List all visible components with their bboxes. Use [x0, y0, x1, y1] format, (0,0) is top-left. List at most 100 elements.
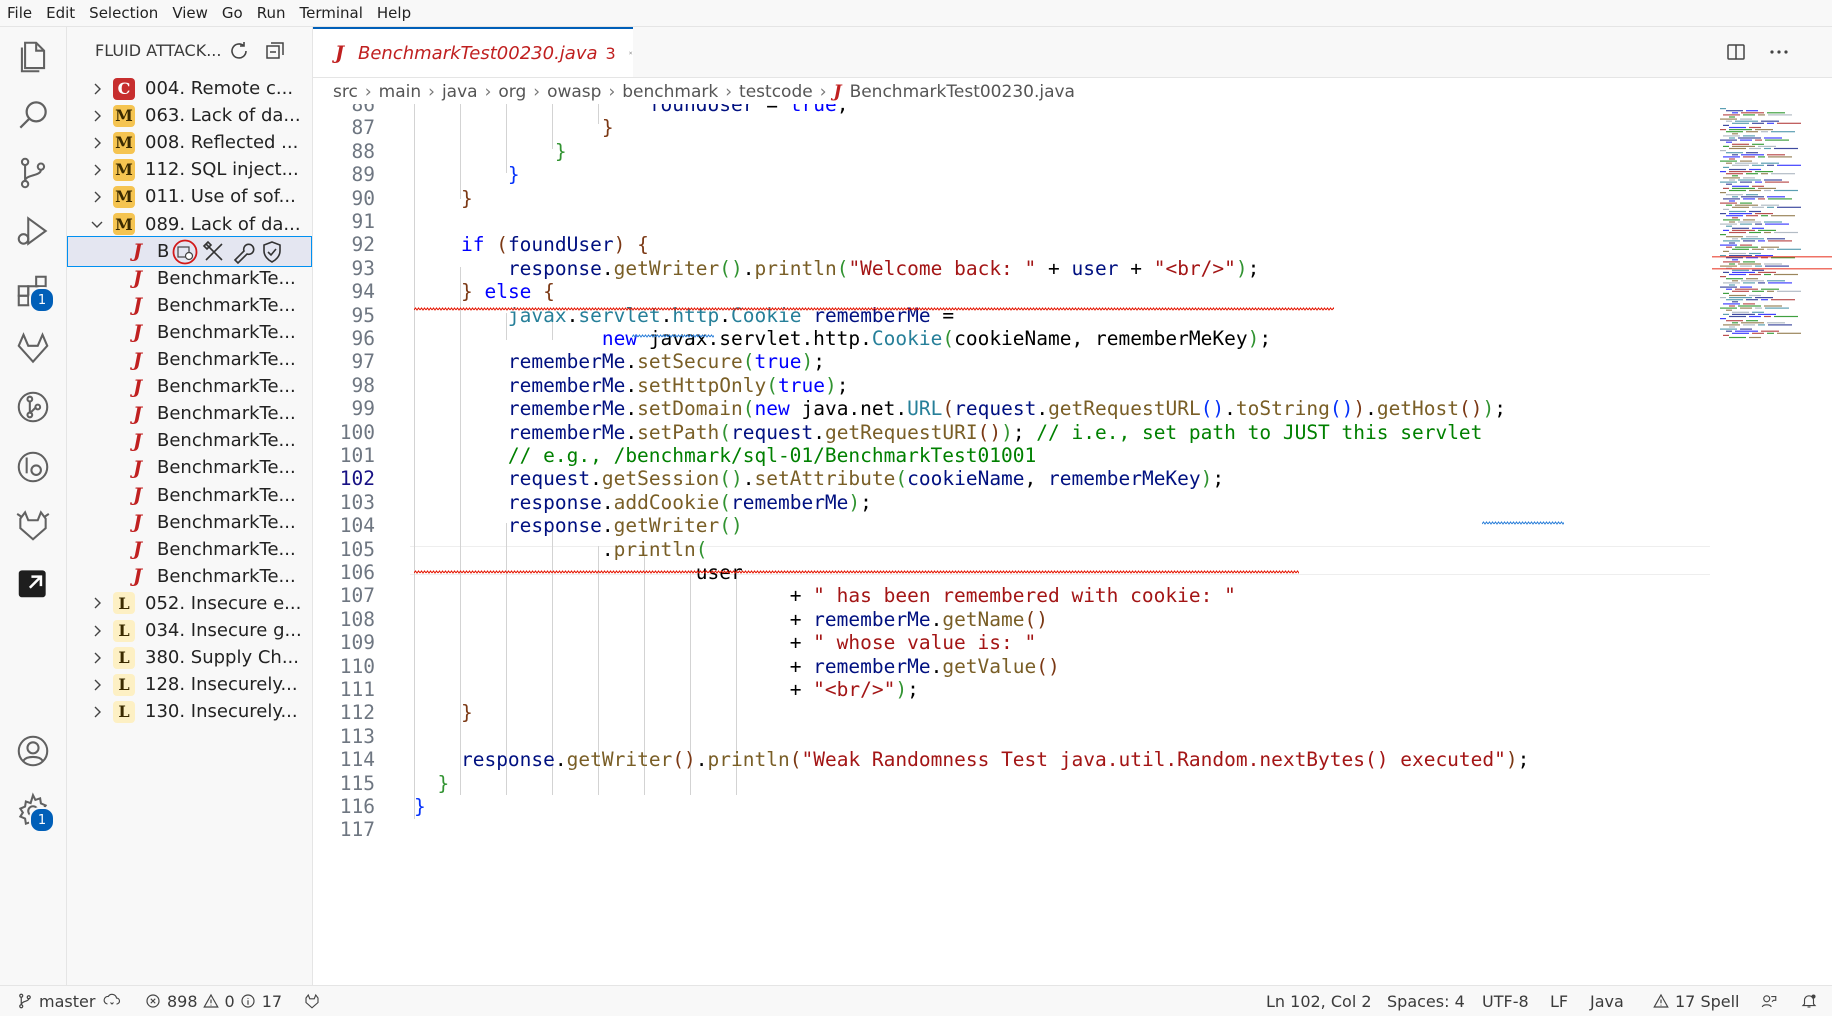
tree-group[interactable]: L 130. Insecurely...	[67, 696, 312, 727]
breadcrumb-item[interactable]: java	[442, 82, 478, 102]
breadcrumb-item[interactable]: benchmark	[622, 82, 718, 102]
encoding[interactable]: UTF-8	[1482, 986, 1529, 1016]
breadcrumb-item[interactable]: BenchmarkTest00230.java	[850, 82, 1075, 102]
breadcrumb: src › main › java › org › owasp › benchmark › testco…	[313, 78, 1832, 106]
line-source: }	[414, 185, 473, 212]
calendar-clock-icon[interactable]	[172, 239, 198, 265]
chevron-right-icon[interactable]	[89, 135, 105, 151]
accounts-icon[interactable]	[9, 727, 57, 775]
wrench-icon[interactable]	[230, 239, 256, 265]
code-token: user	[1071, 256, 1119, 280]
code-token: .	[601, 514, 614, 538]
breadcrumb-item[interactable]: org	[498, 82, 526, 102]
chevron-right-icon[interactable]	[89, 704, 105, 720]
settings-gear-icon[interactable]: 1	[9, 787, 57, 835]
git-graph-icon[interactable]	[9, 383, 57, 431]
code-editor[interactable]: 86 foundUser = true; 87 } 88 } 89 } 90 } 91 92…	[313, 104, 1713, 984]
breadcrumb-item[interactable]: main	[379, 82, 421, 102]
code-token: rememberMe	[731, 490, 849, 514]
chevron-right-icon[interactable]	[89, 81, 105, 97]
line-source: response.getWriter().println("Weak Rando…	[414, 746, 1529, 773]
code-token: response	[507, 256, 602, 280]
extensions-badge: 1	[29, 287, 55, 313]
spell-warning-icon	[1653, 993, 1669, 1008]
language-mode[interactable]: Java	[1590, 986, 1624, 1016]
problems-status[interactable]: 898 0 17	[144, 986, 282, 1016]
gitlab-icon[interactable]	[9, 325, 57, 373]
code-token: cookieName, rememberMeKey	[954, 327, 1248, 350]
code-token: println	[707, 748, 790, 772]
menu-view[interactable]: View	[165, 0, 215, 26]
code-token: println	[613, 537, 696, 561]
menu-terminal[interactable]: Terminal	[293, 0, 370, 26]
chevron-right-icon[interactable]	[89, 650, 105, 666]
fluid-status[interactable]	[303, 986, 326, 1016]
notifications-status[interactable]	[1800, 986, 1823, 1016]
branch-status[interactable]: master	[16, 986, 126, 1016]
code-token: getWriter	[613, 256, 720, 280]
code-token: request	[954, 397, 1037, 421]
run-debug-icon[interactable]	[9, 207, 57, 255]
source-control-icon[interactable]	[9, 149, 57, 197]
code-token: ,	[1024, 467, 1049, 491]
code-token: +	[789, 584, 814, 608]
code-token: .	[590, 467, 602, 491]
code-token: ) {	[613, 233, 649, 257]
code-token: =	[754, 104, 790, 116]
menu-run[interactable]: Run	[250, 0, 293, 26]
indentation[interactable]: Spaces: 4	[1387, 986, 1465, 1016]
tree-group-label: 380. Supply Ch...	[145, 647, 300, 669]
code-token: (	[484, 233, 508, 257]
code-token: .	[930, 654, 943, 678]
code-token: .	[554, 748, 567, 772]
feedback-status[interactable]	[1760, 986, 1783, 1016]
code-token: )	[801, 350, 814, 374]
menu-go[interactable]: Go	[215, 0, 250, 26]
fluid-attacks-icon[interactable]	[9, 501, 57, 549]
breadcrumb-item[interactable]: src	[333, 82, 358, 102]
chevron-right-icon[interactable]	[89, 162, 105, 178]
split-editor-icon[interactable]	[1724, 40, 1748, 64]
menu-edit[interactable]: Edit	[39, 0, 82, 26]
code-token: ;	[860, 490, 872, 514]
search-icon[interactable]	[9, 91, 57, 139]
java-file-icon: J	[133, 429, 142, 452]
code-token: .	[601, 490, 614, 514]
explorer-icon[interactable]	[9, 33, 57, 81]
menu-selection[interactable]: Selection	[82, 0, 165, 26]
chevron-right-icon[interactable]	[89, 677, 105, 693]
chevron-down-icon[interactable]	[89, 216, 105, 232]
spell-status[interactable]: 17 Spell	[1652, 986, 1740, 1016]
chevron-right-icon[interactable]	[89, 623, 105, 639]
editor-tab-active[interactable]: J BenchmarkTest00230.java 3	[313, 27, 633, 77]
tree-file-label: BenchmarkTe...	[157, 565, 296, 587]
chevron-right-icon[interactable]	[89, 595, 105, 611]
extensions-icon[interactable]: 1	[9, 267, 57, 315]
code-token: .	[601, 537, 614, 561]
menu-help[interactable]: Help	[370, 0, 418, 26]
tools-icon[interactable]	[201, 239, 227, 265]
breadcrumb-item[interactable]: owasp	[547, 82, 601, 102]
remote-explorer-icon[interactable]	[9, 443, 57, 491]
severity-badge: M	[113, 185, 135, 208]
close-icon[interactable]	[628, 43, 633, 63]
chevron-right-icon[interactable]	[89, 189, 105, 205]
more-actions-icon[interactable]	[1767, 40, 1791, 64]
cursor-position[interactable]: Ln 102, Col 2	[1266, 986, 1372, 1016]
chevron-right-icon[interactable]	[89, 108, 105, 124]
java-file-icon: J	[133, 294, 142, 317]
end-of-line[interactable]: LF	[1550, 986, 1568, 1016]
terminal-box-icon[interactable]	[9, 559, 57, 607]
code-token: ()	[719, 514, 743, 538]
sync-icon[interactable]	[103, 992, 121, 1010]
menu-file[interactable]: File	[0, 0, 39, 26]
refresh-icon[interactable]	[227, 39, 251, 63]
breadcrumb-item[interactable]: testcode	[739, 82, 813, 102]
shield-check-icon[interactable]	[259, 239, 285, 265]
code-token: cookieName	[907, 467, 1025, 491]
minimap[interactable]	[1712, 104, 1832, 984]
collapse-all-icon[interactable]	[263, 39, 287, 63]
